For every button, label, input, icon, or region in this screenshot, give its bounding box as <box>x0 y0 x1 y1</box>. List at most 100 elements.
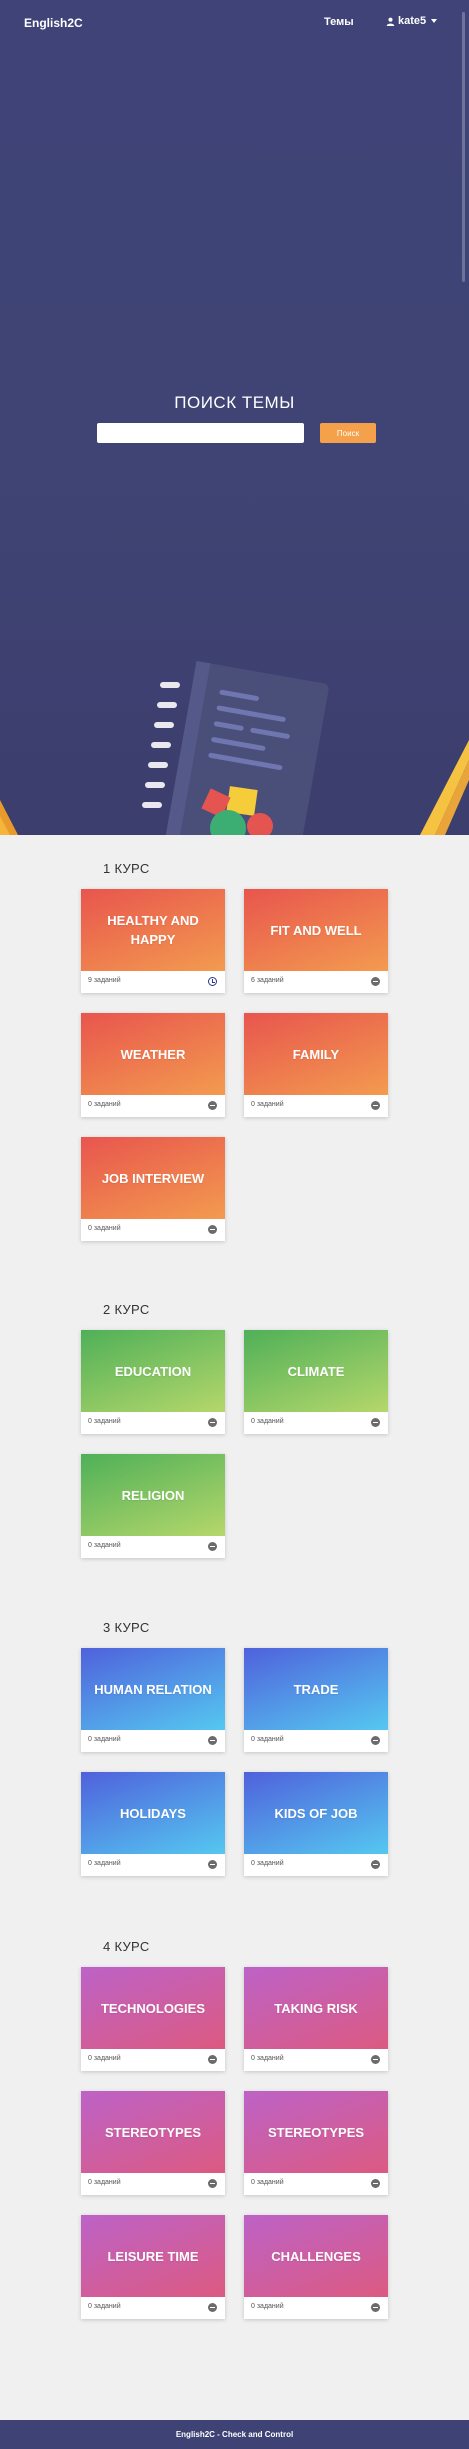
topic-card[interactable]: JOB INTERVIEW 0 заданий <box>81 1137 225 1241</box>
minus-circle-icon <box>208 1542 217 1551</box>
card-task-count: 0 заданий <box>88 2303 121 2310</box>
minus-circle-icon <box>371 1736 380 1745</box>
minus-circle-icon <box>371 2179 380 2188</box>
card-banner: CHALLENGES <box>244 2215 388 2297</box>
course-heading: 1 КУРС <box>103 861 150 876</box>
course-heading: 2 КУРС <box>103 1302 150 1317</box>
notebook-illustration <box>0 660 469 835</box>
topic-card[interactable]: TAKING RISK 0 заданий <box>244 1967 388 2071</box>
card-title: TRADE <box>293 1681 339 1697</box>
card-task-count: 6 заданий <box>251 977 284 984</box>
minus-circle-icon <box>208 1418 217 1427</box>
minus-circle-icon <box>208 1860 217 1869</box>
topic-card[interactable]: HEALTHY AND HAPPY 9 заданий <box>81 889 225 993</box>
user-icon <box>386 17 395 26</box>
card-banner: KIDS OF JOB <box>244 1772 388 1854</box>
card-title: RELIGION <box>121 1487 185 1503</box>
card-task-count: 0 заданий <box>88 2179 121 2186</box>
card-banner: STEREOTYPES <box>244 2091 388 2173</box>
minus-circle-icon <box>371 1101 380 1110</box>
card-task-count: 0 заданий <box>251 1736 284 1743</box>
card-banner: STEREOTYPES <box>81 2091 225 2173</box>
topic-card[interactable]: STEREOTYPES 0 заданий <box>244 2091 388 2195</box>
topic-card[interactable]: CLIMATE 0 заданий <box>244 1330 388 1434</box>
card-title: STEREOTYPES <box>104 2124 202 2140</box>
card-task-count: 0 заданий <box>251 2303 284 2310</box>
topic-card[interactable]: CHALLENGES 0 заданий <box>244 2215 388 2319</box>
search-input[interactable] <box>97 423 304 443</box>
topic-card[interactable]: KIDS OF JOB 0 заданий <box>244 1772 388 1876</box>
card-task-count: 0 заданий <box>251 1860 284 1867</box>
minus-circle-icon <box>371 1418 380 1427</box>
card-task-count: 0 заданий <box>88 1860 121 1867</box>
topic-card[interactable]: EDUCATION 0 заданий <box>81 1330 225 1434</box>
minus-circle-icon <box>371 2055 380 2064</box>
topic-card[interactable]: HOLIDAYS 0 заданий <box>81 1772 225 1876</box>
course-heading: 3 КУРС <box>103 1620 150 1635</box>
minus-circle-icon <box>371 1860 380 1869</box>
card-title: HEALTHY AND HAPPY <box>107 913 199 947</box>
card-task-count: 0 заданий <box>88 1101 121 1108</box>
card-title: HUMAN RELATION <box>94 1681 212 1697</box>
chevron-down-icon <box>431 19 438 23</box>
minus-circle-icon <box>208 2179 217 2188</box>
card-title: JOB INTERVIEW <box>101 1170 205 1186</box>
scrollbar[interactable] <box>462 12 465 282</box>
topic-card[interactable]: WEATHER 0 заданий <box>81 1013 225 1117</box>
card-banner: FAMILY <box>244 1013 388 1095</box>
topic-card[interactable]: STEREOTYPES 0 заданий <box>81 2091 225 2195</box>
card-banner: HOLIDAYS <box>81 1772 225 1854</box>
card-task-count: 0 заданий <box>251 2055 284 2062</box>
topic-card[interactable]: RELIGION 0 заданий <box>81 1454 225 1558</box>
minus-circle-icon <box>371 977 380 986</box>
card-banner: HEALTHY AND HAPPY <box>81 889 225 971</box>
card-task-count: 0 заданий <box>88 1418 121 1425</box>
card-title: HOLIDAYS <box>120 1805 186 1821</box>
topic-card[interactable]: LEISURE TIME 0 заданий <box>81 2215 225 2319</box>
card-title: CLIMATE <box>287 1363 345 1379</box>
navbar: English2C Темы kate5 <box>0 0 469 44</box>
card-banner: CLIMATE <box>244 1330 388 1412</box>
card-task-count: 0 заданий <box>251 1101 284 1108</box>
card-task-count: 0 заданий <box>251 1418 284 1425</box>
minus-circle-icon <box>208 1225 217 1234</box>
card-task-count: 0 заданий <box>88 1736 121 1743</box>
clock-icon <box>208 977 217 986</box>
card-title: STEREOTYPES <box>267 2124 365 2140</box>
topic-card[interactable]: TECHNOLOGIES 0 заданий <box>81 1967 225 2071</box>
card-banner: RELIGION <box>81 1454 225 1536</box>
minus-circle-icon <box>208 2303 217 2312</box>
footer: English2C - Check and Control <box>0 2420 469 2449</box>
brand-logo[interactable]: English2C <box>24 16 83 30</box>
minus-circle-icon <box>208 2055 217 2064</box>
card-task-count: 0 заданий <box>88 1225 121 1232</box>
card-banner: LEISURE TIME <box>81 2215 225 2297</box>
card-banner: TAKING RISK <box>244 1967 388 2049</box>
card-title: WEATHER <box>120 1046 186 1062</box>
topic-card[interactable]: TRADE 0 заданий <box>244 1648 388 1752</box>
card-task-count: 0 заданий <box>88 2055 121 2062</box>
card-title: LEISURE TIME <box>107 2248 199 2264</box>
card-title: EDUCATION <box>114 1363 192 1379</box>
card-title: FAMILY <box>292 1046 340 1062</box>
card-title: TAKING RISK <box>274 2000 358 2016</box>
card-title: TECHNOLOGIES <box>100 2000 205 2016</box>
card-task-count: 0 заданий <box>88 1542 121 1549</box>
card-banner: EDUCATION <box>81 1330 225 1412</box>
card-banner: TRADE <box>244 1648 388 1730</box>
course-heading: 4 КУРС <box>103 1939 150 1954</box>
topic-card[interactable]: FAMILY 0 заданий <box>244 1013 388 1117</box>
minus-circle-icon <box>208 1101 217 1110</box>
card-title: KIDS OF JOB <box>274 1805 358 1821</box>
minus-circle-icon <box>371 2303 380 2312</box>
topic-card[interactable]: FIT AND WELL 6 заданий <box>244 889 388 993</box>
minus-circle-icon <box>208 1736 217 1745</box>
card-title: FIT AND WELL <box>270 922 362 938</box>
topic-card[interactable]: HUMAN RELATION 0 заданий <box>81 1648 225 1752</box>
search-button[interactable]: Поиск <box>320 423 376 443</box>
user-menu-dropdown[interactable]: kate5 <box>386 15 438 27</box>
card-banner: HUMAN RELATION <box>81 1648 225 1730</box>
nav-topics-link[interactable]: Темы <box>324 16 354 28</box>
hero-section: English2C Темы kate5 ПОИСК ТЕМЫ Поиск <box>0 0 469 835</box>
card-banner: FIT AND WELL <box>244 889 388 971</box>
